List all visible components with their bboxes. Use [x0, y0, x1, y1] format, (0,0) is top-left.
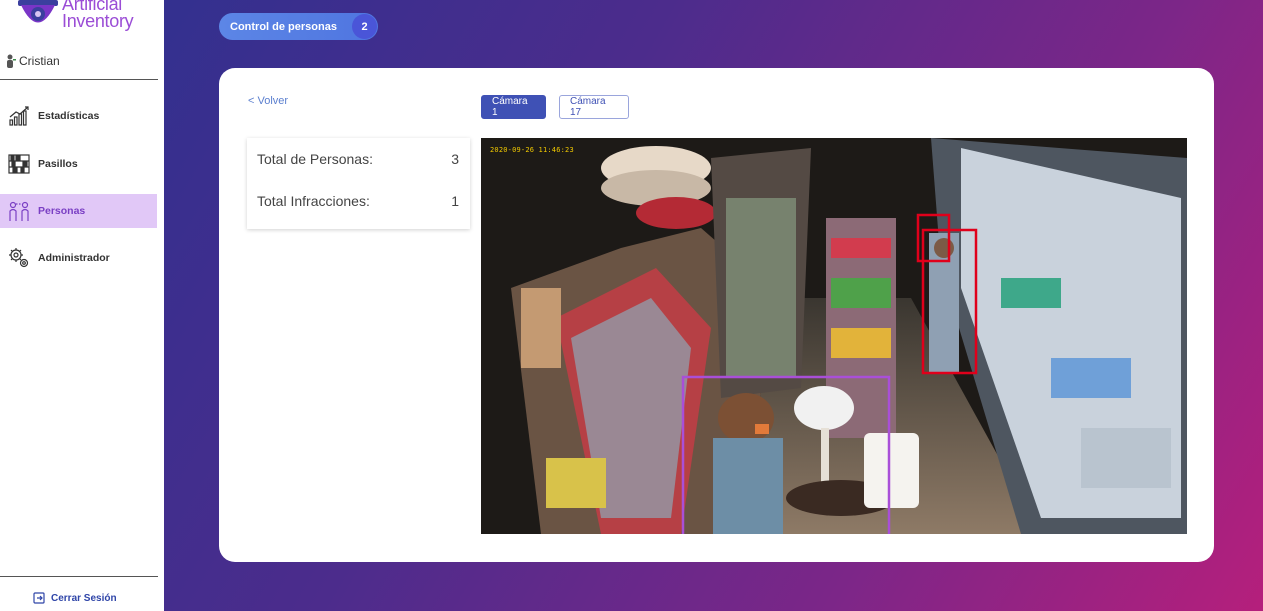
back-link[interactable]: < Volver [248, 95, 288, 107]
logout-button[interactable]: Cerrar Sesión [33, 592, 117, 604]
user-name: Cristian [19, 54, 60, 68]
camera-logo-icon [18, 0, 58, 23]
sidebar-item-label: Administrador [38, 252, 110, 264]
sidebar-item-pasillos[interactable]: Pasillos [0, 147, 157, 181]
sidebar-item-administrador[interactable]: Administrador [0, 241, 157, 275]
shelves-icon [8, 154, 30, 174]
main-area: Control de personas 2 < Volver Cámara 1 … [164, 0, 1263, 611]
logout-label: Cerrar Sesión [51, 592, 117, 604]
stat-value: 3 [451, 151, 459, 167]
tab-camara-1[interactable]: Cámara 1 [481, 95, 546, 119]
stat-total-personas: Total de Personas: 3 [257, 151, 459, 167]
sidebar-item-label: Pasillos [38, 158, 78, 170]
sidebar-item-estadisticas[interactable]: Estadísticas [0, 99, 157, 133]
sidebar-item-label: Estadísticas [38, 110, 100, 122]
section-title: Control de personas [230, 20, 337, 33]
chart-icon [9, 106, 29, 126]
camera-feed[interactable]: 2020-09-26 11:46:23 [481, 138, 1187, 534]
user-icon [7, 54, 16, 68]
stat-label: Total Infracciones: [257, 193, 370, 209]
video-timestamp: 2020-09-26 11:46:23 [490, 146, 574, 154]
sidebar-item-personas[interactable]: Personas [0, 194, 157, 228]
stat-label: Total de Personas: [257, 151, 373, 167]
stat-value: 1 [451, 193, 459, 209]
camera-tabs: Cámara 1 Cámara 17 [481, 95, 629, 119]
app-logo[interactable]: Artificial Inventory [16, 0, 156, 36]
people-icon [9, 201, 29, 221]
stats-card: Total de Personas: 3 Total Infracciones:… [247, 138, 470, 229]
camera-panel: < Volver Cámara 1 Cámara 17 Total de Per… [219, 68, 1214, 562]
user-info: Cristian [6, 54, 60, 68]
stat-total-infracciones: Total Infracciones: 1 [257, 193, 459, 209]
section-title-pill: Control de personas 2 [219, 13, 378, 40]
people-count-badge: 2 [352, 14, 377, 39]
sidebar-bottom-divider [0, 576, 158, 577]
brand-line2: Inventory [62, 11, 134, 31]
tab-camara-17[interactable]: Cámara 17 [559, 95, 629, 119]
brand-name: Artificial Inventory [62, 0, 134, 31]
sidebar: Artificial Inventory Cristian Estadístic… [0, 0, 164, 611]
gears-icon [9, 248, 29, 268]
sidebar-item-label: Personas [38, 205, 86, 217]
sidebar-divider [0, 79, 158, 80]
logout-icon [33, 592, 45, 604]
store-camera-image [481, 138, 1187, 534]
